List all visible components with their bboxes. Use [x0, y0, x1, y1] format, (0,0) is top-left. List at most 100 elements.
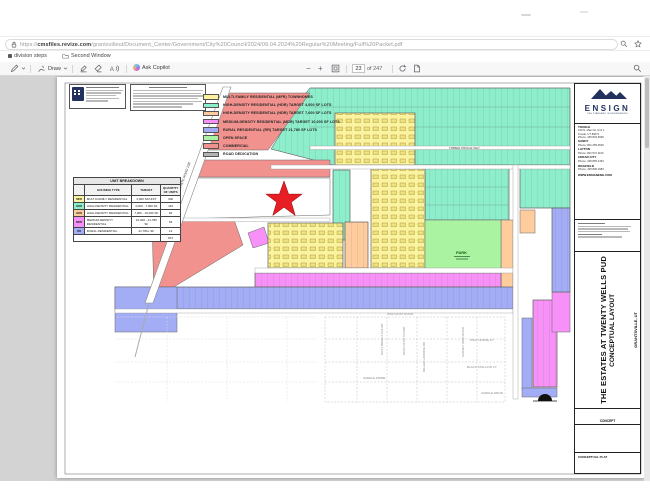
svg-text:WILD HORSE CT: WILD HORSE CT	[470, 338, 494, 342]
chevron-down-icon	[63, 66, 68, 71]
svg-text:SUNSET IRON ROAD: SUNSET IRON ROAD	[461, 326, 465, 357]
legend-item: HIGH-DENSITY RESIDENTIAL (HDR) TARGET 4,…	[203, 101, 433, 109]
legend-swatch	[203, 135, 219, 141]
erase-button[interactable]	[94, 64, 103, 73]
folder-icon	[62, 53, 69, 59]
url-omnibox[interactable]: https://cmsfiles.revize.com/grantsvilleu…	[5, 39, 618, 50]
page-count-label: of 247	[367, 66, 382, 72]
legend-item: HIGH-DENSITY RESIDENTIAL (HDR) TARGET 7,…	[203, 109, 433, 117]
page-number-input[interactable]: 23	[352, 64, 365, 73]
read-aloud-button[interactable]: A	[109, 64, 119, 73]
title-block: ENSIGN THE STANDARD IN ENGINEERING TOOEL…	[574, 83, 641, 474]
toolbar-divider	[126, 65, 127, 73]
table-header-row: HOUSING TYPE TARGET QUANTITY OF UNITS	[74, 185, 181, 196]
favorite-item[interactable]: division steps	[8, 53, 47, 59]
sheet-name-label: CONCEPTUAL PLAT	[575, 453, 640, 473]
star-parcel	[177, 178, 330, 219]
legend-item: MEDIUM-DENSITY RESIDENTIAL (MDR) TARGET …	[203, 118, 433, 126]
scrollbar-thumb[interactable]	[645, 78, 649, 148]
svg-text:WILD DUST ROAD: WILD DUST ROAD	[387, 312, 414, 316]
office-entry: CEDAR CITY Phone: 435.865.1453	[578, 156, 637, 163]
table-total-row: 874	[74, 235, 181, 242]
subdivision-street-labels: WILD DUST ROAD DUST BRIGHT COURT GOLD DU…	[363, 312, 503, 395]
fit-page-button[interactable]	[331, 64, 340, 73]
zoom-in-button[interactable]: +	[318, 64, 323, 73]
scrollbar[interactable]	[644, 76, 650, 481]
rotate-icon	[398, 64, 407, 73]
office-entry: RICHFIELD Phone: 435.896.2983	[578, 165, 637, 172]
favorite-label: Second Window	[71, 53, 111, 59]
address-bar: https://cmsfiles.revize.com/grantsvilleu…	[0, 36, 650, 51]
legend-item: ROAD DEDICATION	[203, 150, 433, 158]
table-row: MDR MEDIUM-DENSITY RESIDENTIAL 10,000 - …	[74, 217, 181, 228]
ensign-logo: ENSIGN THE STANDARD IN ENGINEERING	[575, 84, 640, 124]
highlighter-icon	[79, 64, 88, 73]
find-in-document-button[interactable]	[633, 64, 642, 73]
legend-swatch	[203, 127, 219, 133]
lock-icon	[11, 41, 17, 48]
favorites-bar: division steps Second Window	[0, 52, 650, 62]
zoom-out-button[interactable]: −	[306, 64, 311, 73]
page-number-field[interactable]: 23 of 247	[352, 64, 382, 73]
pen-icon	[10, 64, 19, 73]
ask-copilot-button[interactable]: Ask Copilot	[133, 64, 170, 71]
draw-button[interactable]: Draw	[37, 64, 68, 73]
toolbar-divider	[392, 65, 393, 73]
project-location: GRANTSVILLE, UT	[633, 252, 638, 408]
office-entry: TOOELE 169 N. Main St. Unit 1 Tooele, UT…	[578, 126, 637, 139]
table-title: UNIT BREAKDOWN	[74, 178, 181, 185]
favorite-label: division steps	[14, 53, 47, 59]
window-artifact	[580, 11, 588, 13]
table-row: RR RURAL RESIDENTIAL 21,780+ SF 12	[74, 228, 181, 235]
owner-info-box	[575, 220, 640, 252]
favorite-star-icon[interactable]	[634, 40, 642, 48]
table-row: HDR HIGH-DENSITY RESIDENTIAL 7,000 - 10,…	[74, 210, 181, 217]
window-top-area	[0, 0, 650, 36]
legend-item: OPEN SPACE	[203, 134, 433, 142]
search-sidebar-icon[interactable]	[620, 40, 628, 48]
zoning-legend: MULTI-FAMILY RESIDENTIAL (MFR) TOWNHOMES…	[203, 93, 433, 159]
draw-pen-icon	[37, 64, 46, 73]
toolbar-divider	[30, 65, 31, 73]
revision-box	[575, 425, 640, 453]
toolbar-divider	[72, 65, 73, 73]
search-icon	[633, 64, 642, 73]
brand-name: ENSIGN	[575, 105, 640, 113]
svg-text:GOLD DUST COURT: GOLD DUST COURT	[402, 326, 406, 355]
highlight-button[interactable]	[79, 64, 88, 73]
project-title: THE ESTATES AT TWENTY WELLS PUD CONCEPTU…	[599, 256, 617, 404]
legend-item: COMMERCIAL	[203, 142, 433, 150]
browser-window: https://cmsfiles.revize.com/grantsvilleu…	[0, 0, 650, 502]
legend-swatch	[203, 152, 219, 158]
favicon	[8, 54, 12, 58]
table-total-value: 874	[161, 235, 181, 242]
svg-text:DUST BRIGHT COURT: DUST BRIGHT COURT	[380, 323, 384, 355]
favorite-folder[interactable]: Second Window	[62, 53, 111, 59]
mdr-small-parcel	[248, 227, 269, 248]
annotation-pen-button[interactable]	[10, 64, 26, 73]
document-icon	[413, 64, 421, 73]
svg-text:MILLER LANDING RD: MILLER LANDING RD	[422, 341, 426, 372]
toolbar-divider	[346, 65, 347, 73]
legend-swatch	[203, 119, 219, 125]
url-text: https://cmsfiles.revize.com/grantsvilleu…	[20, 42, 402, 48]
office-entry: SANDY Phone: 801.255.0529	[578, 140, 637, 147]
legend-swatch	[203, 143, 219, 149]
website-label: WWW.ENSIGNENG.COM	[578, 173, 637, 177]
draw-label: Draw	[48, 66, 61, 72]
legend-swatch	[203, 94, 219, 100]
svg-text:A: A	[110, 67, 114, 73]
developer-logo-icon	[72, 87, 84, 101]
office-entry: LAYTON Phone: 801.547.1100	[578, 148, 637, 155]
rotate-button[interactable]	[398, 64, 407, 73]
pdf-viewport[interactable]: STATE ROAD 138 TIMBER PRINCE WAY PARK	[0, 76, 650, 481]
developer-logo-box	[69, 84, 126, 109]
table-row: MFR MULTI-FAMILY RESIDENTIAL 4,000 SF/UN…	[74, 196, 181, 203]
chevron-down-icon	[21, 66, 26, 71]
read-aloud-icon: A	[109, 64, 119, 73]
page-view-button[interactable]	[413, 64, 421, 73]
brand-tagline: THE STANDARD IN ENGINEERING	[575, 113, 640, 115]
legend-item: RURAL RESIDENTIAL (RR) TARGET 21,780 SF …	[203, 126, 433, 134]
street-label: TIMBER PRINCE WAY	[449, 146, 480, 150]
svg-text:SADDLE DRIVE: SADDLE DRIVE	[481, 391, 503, 395]
